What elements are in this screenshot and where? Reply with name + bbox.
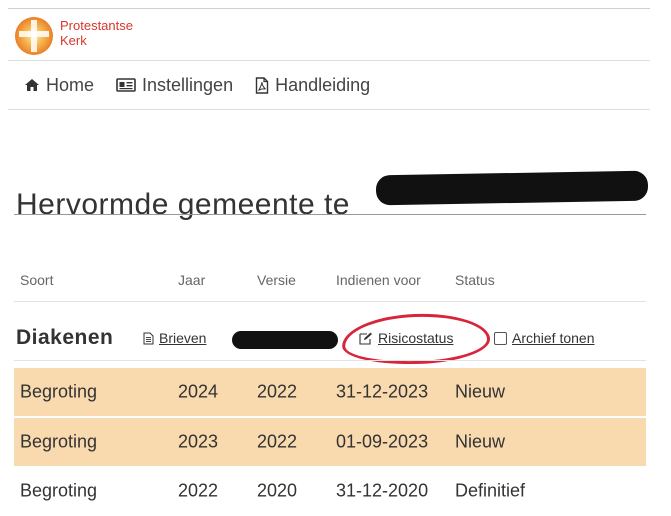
cell-versie: 2022 xyxy=(257,381,298,402)
header-divider xyxy=(14,301,646,302)
section-title: Diakenen xyxy=(16,326,114,349)
document-icon xyxy=(143,332,154,344)
home-icon xyxy=(25,79,39,91)
archief-tonen-toggle[interactable]: Archief tonen xyxy=(494,330,595,346)
brand-name: Protestantse Kerk xyxy=(60,18,133,48)
main-nav: Home Instellingen Handleiding xyxy=(24,72,392,98)
brieven-link-label: Brieven xyxy=(159,330,207,346)
top-divider xyxy=(8,8,650,9)
cell-status: Nieuw xyxy=(455,431,506,452)
archief-tonen-checkbox[interactable] xyxy=(494,331,507,345)
table-row[interactable]: Begroting 2024 2022 31-12-2023 Nieuw xyxy=(14,368,646,416)
cell-soort: Begroting xyxy=(20,381,98,402)
cell-jaar: 2023 xyxy=(178,431,219,452)
column-header-jaar: Jaar xyxy=(178,272,206,288)
protestantse-kerk-logo-icon xyxy=(15,17,53,55)
column-header-soort: Soort xyxy=(20,272,54,288)
pdf-file-icon xyxy=(255,76,269,94)
table-row[interactable]: Begroting 2022 2020 31-12-2020 Definitie… xyxy=(14,467,646,515)
nav-top-divider xyxy=(8,60,650,61)
title-divider xyxy=(14,214,646,215)
nav-item-label: Instellingen xyxy=(142,74,234,95)
page-title: Hervormde gemeente te xyxy=(16,188,350,222)
annotation-circle xyxy=(341,311,491,367)
redaction-mark xyxy=(232,331,338,349)
redaction-mark xyxy=(375,170,649,206)
cell-jaar: 2022 xyxy=(178,480,219,501)
table-row[interactable]: Begroting 2023 2022 01-09-2023 Nieuw xyxy=(14,418,646,466)
cell-soort: Begroting xyxy=(20,431,98,452)
brand-line-2: Kerk xyxy=(60,33,87,48)
cell-soort: Begroting xyxy=(20,480,98,501)
id-card-icon xyxy=(116,78,136,92)
cell-indienen-voor: 31-12-2020 xyxy=(336,480,429,501)
section-divider xyxy=(14,360,646,361)
brieven-link[interactable]: Brieven xyxy=(143,330,206,346)
cell-jaar: 2024 xyxy=(178,381,219,402)
column-header-indienen-voor: Indienen voor xyxy=(336,272,421,288)
nav-bottom-divider xyxy=(8,109,650,110)
archief-tonen-label: Archief tonen xyxy=(512,330,595,346)
cell-versie: 2020 xyxy=(257,480,298,501)
column-header-versie: Versie xyxy=(257,272,296,288)
cell-versie: 2022 xyxy=(257,431,298,452)
nav-item-label: Handleiding xyxy=(275,74,371,95)
cell-indienen-voor: 01-09-2023 xyxy=(336,431,429,452)
cell-status: Definitief xyxy=(455,480,526,501)
nav-item-handleiding[interactable]: Handleiding xyxy=(255,75,370,96)
brand-line-1: Protestantse xyxy=(60,18,133,33)
cell-status: Nieuw xyxy=(455,381,506,402)
column-header-status: Status xyxy=(455,272,495,288)
cell-indienen-voor: 31-12-2023 xyxy=(336,381,429,402)
nav-item-label: Home xyxy=(46,74,95,95)
nav-item-instellingen[interactable]: Instellingen xyxy=(116,75,233,96)
nav-item-home[interactable]: Home xyxy=(24,75,94,96)
